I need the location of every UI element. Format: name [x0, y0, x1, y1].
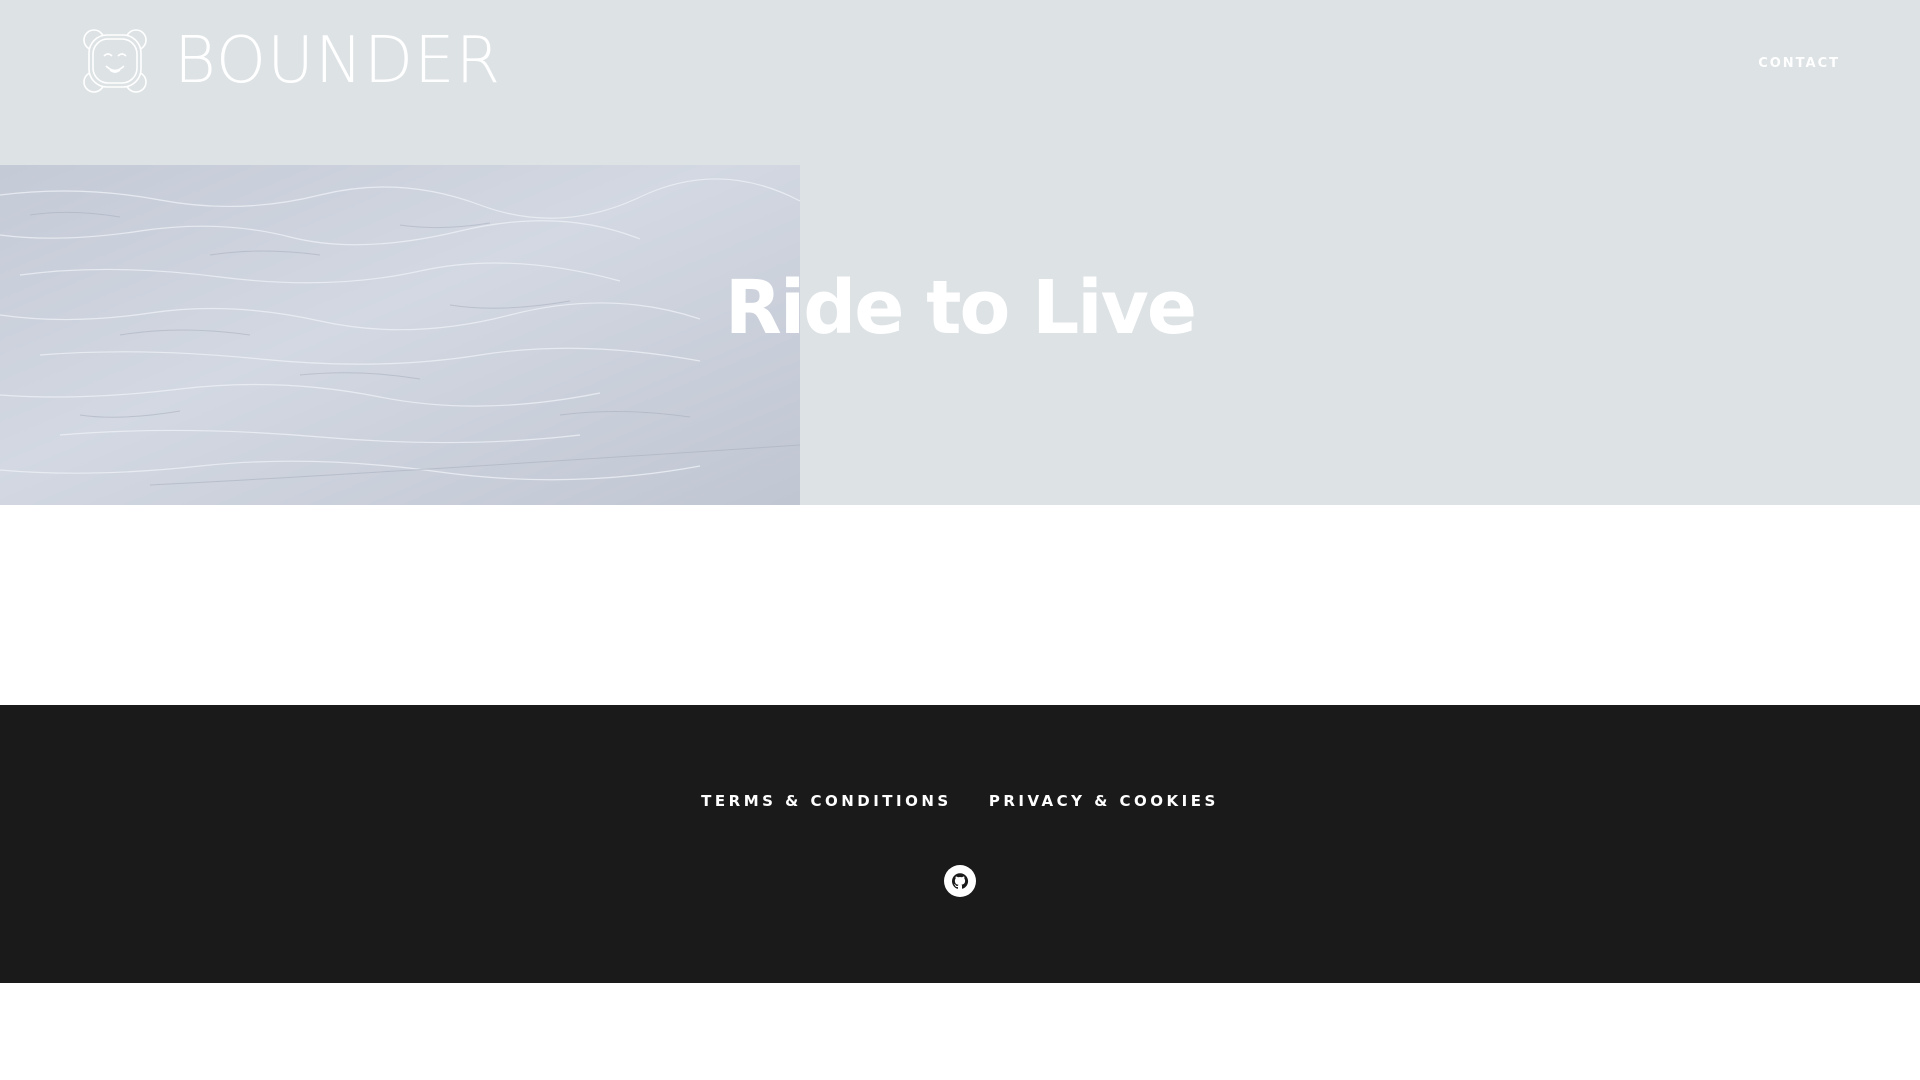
privacy-cookies-link[interactable]: PRIVACY & COOKIES: [989, 792, 1219, 810]
nav-contact-link[interactable]: CONTACT: [1758, 56, 1840, 71]
hero-title: Ride to Live: [724, 265, 1197, 351]
github-link[interactable]: [944, 865, 976, 897]
hero-section: Ride to Live: [0, 165, 1920, 505]
terms-conditions-link[interactable]: TERMS & CONDITIONS: [701, 792, 952, 810]
github-icon: [944, 865, 976, 897]
footer-nav: TERMS & CONDITIONS PRIVACY & COOKIES: [0, 791, 1920, 810]
brand-wordmark: BOUNDER: [174, 24, 502, 98]
bear-face-logo-icon: [83, 29, 147, 93]
site-header: BOUNDER CONTACT: [0, 0, 1920, 165]
site-footer: TERMS & CONDITIONS PRIVACY & COOKIES: [0, 705, 1920, 983]
page: BOUNDER CONTACT Ride to Live TERMS & CON…: [0, 0, 1920, 1080]
brand-logo-link[interactable]: BOUNDER: [80, 26, 501, 96]
